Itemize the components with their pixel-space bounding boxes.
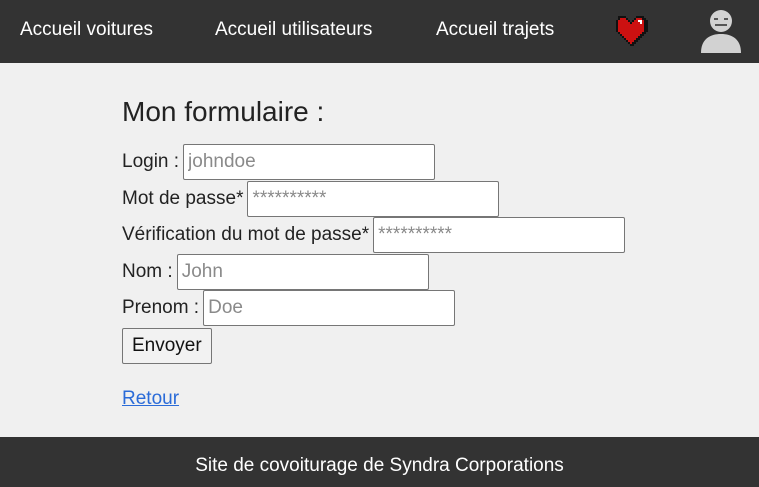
user-avatar-icon[interactable] (698, 9, 744, 53)
nav-link-users[interactable]: Accueil utilisateurs (215, 19, 372, 41)
submit-button[interactable]: Envoyer (122, 327, 212, 364)
form-title: Mon formulaire : (122, 96, 325, 127)
password-label: Mot de passe* (122, 187, 244, 209)
firstname-input[interactable] (203, 290, 456, 327)
login-label: Login : (122, 151, 180, 173)
navbar: Accueil voitures Accueil utilisateurs Ac… (0, 0, 759, 63)
nav-link-trips[interactable]: Accueil trajets (436, 19, 554, 41)
password-confirm-label: Vérification du mot de passe* (122, 224, 370, 246)
heart-icon[interactable] (614, 16, 648, 46)
login-input[interactable] (183, 144, 436, 181)
firstname-row: Prenom : (122, 290, 722, 327)
main-content: Mon formulaire : Login : Mot de passe* V… (122, 96, 722, 410)
lastname-row: Nom : (122, 253, 722, 291)
login-row: Login : (122, 144, 722, 181)
nav-link-cars[interactable]: Accueil voitures (20, 19, 153, 41)
password-input[interactable] (247, 180, 500, 217)
lastname-label: Nom : (122, 260, 173, 282)
password-row: Mot de passe* (122, 180, 722, 218)
footer: Site de covoiturage de Syndra Corporatio… (0, 437, 759, 487)
password-confirm-input[interactable] (373, 217, 626, 254)
back-link[interactable]: Retour (122, 388, 179, 410)
password-confirm-row: Vérification du mot de passe* (122, 217, 722, 254)
lastname-input[interactable] (176, 253, 429, 290)
footer-text: Site de covoiturage de Syndra Corporatio… (195, 455, 564, 476)
firstname-label: Prenom : (122, 297, 200, 319)
